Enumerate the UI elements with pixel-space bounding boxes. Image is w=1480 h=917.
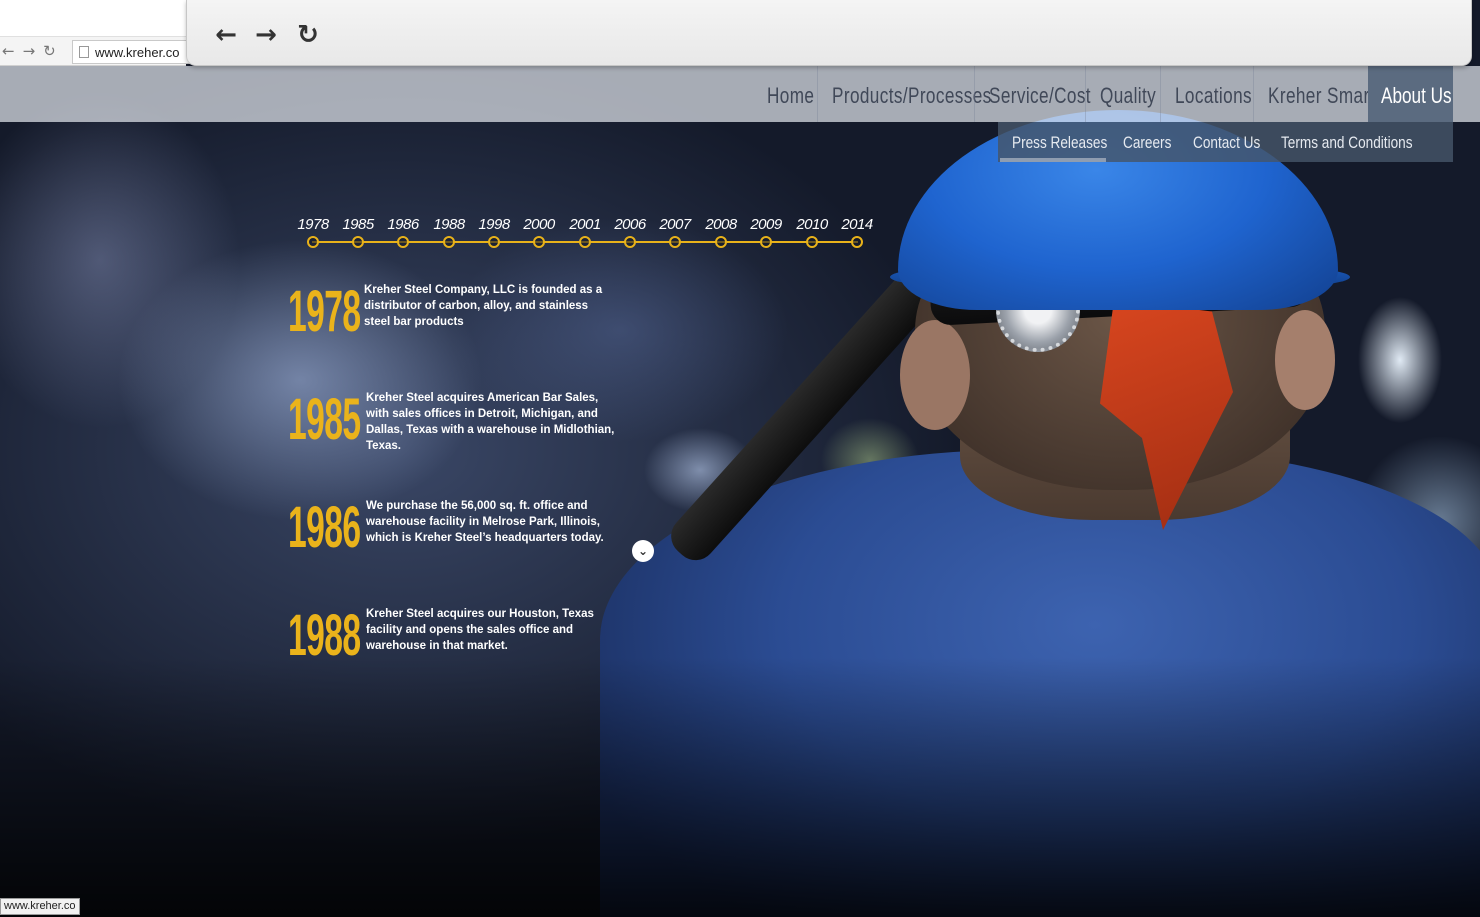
nav-locations[interactable]: Locations [1175, 66, 1252, 122]
history-entry-text: Kreher Steel acquires our Houston, Texas… [366, 608, 594, 652]
history-timeline: 1978 1985 1986 1988 1998 2000 2001 2006 … [290, 210, 890, 260]
timeline-dot-1998[interactable] [488, 236, 500, 248]
subnav-careers[interactable]: Careers [1123, 122, 1171, 162]
timeline-dot-2007[interactable] [669, 236, 681, 248]
timeline-year-1998[interactable]: 1998 [471, 216, 517, 233]
history-entry-year: 1988 [288, 603, 361, 668]
nav-divider [817, 66, 818, 122]
timeline-year-1988[interactable]: 1988 [426, 216, 472, 233]
nav-home[interactable]: Home [767, 66, 814, 122]
browser-toolbar: ← → ↻ [186, 0, 1472, 66]
timeline-year-2001[interactable]: 2001 [562, 216, 608, 233]
timeline-year-2008[interactable]: 2008 [698, 216, 744, 233]
subnav-terms-and-conditions[interactable]: Terms and Conditions [1281, 122, 1413, 162]
nav-kreher-smart[interactable]: Kreher Smart [1268, 66, 1375, 122]
timeline-year-1978[interactable]: 1978 [290, 216, 336, 233]
nav-divider [1160, 66, 1161, 122]
main-navigation: Home Products/Processes Service/Cost Qua… [0, 66, 1480, 122]
subnav-press-releases[interactable]: Press Releases [1012, 122, 1107, 162]
url-text: www.kreher.co [95, 45, 180, 60]
timeline-year-1986[interactable]: 1986 [380, 216, 426, 233]
page-icon [79, 46, 89, 58]
timeline-year-1985[interactable]: 1985 [335, 216, 381, 233]
subnav-contact-us[interactable]: Contact Us [1193, 122, 1260, 162]
nav-divider [1085, 66, 1086, 122]
timeline-dot-2006[interactable] [624, 236, 636, 248]
nav-divider [974, 66, 975, 122]
timeline-year-2014[interactable]: 2014 [834, 216, 880, 233]
about-us-submenu: Press Releases Careers Contact Us Terms … [998, 122, 1453, 162]
browser-status-bar: www.kreher.co [0, 898, 80, 915]
timeline-dot-2014[interactable] [851, 236, 863, 248]
back-arrow-icon[interactable]: ← [211, 20, 241, 50]
history-entry-text: Kreher Steel acquires American Bar Sales… [366, 392, 615, 452]
history-entry-year: 1985 [288, 387, 361, 452]
forward-arrow-icon[interactable]: → [251, 20, 281, 50]
timeline-dot-2001[interactable] [579, 236, 591, 248]
timeline-dot-1988[interactable] [443, 236, 455, 248]
history-entry-text: Kreher Steel Company, LLC is founded as … [364, 284, 603, 328]
url-bar[interactable]: www.kreher.co [72, 40, 192, 64]
history-list[interactable]: 1978 Kreher Steel Company, LLC is founde… [288, 270, 618, 719]
timeline-dot-1986[interactable] [397, 236, 409, 248]
subnav-active-indicator [1000, 158, 1106, 162]
history-entry-year: 1986 [288, 495, 361, 560]
timeline-year-2006[interactable]: 2006 [607, 216, 653, 233]
timeline-dot-1985[interactable] [352, 236, 364, 248]
scroll-down-chevron-icon[interactable]: ⌄ [632, 540, 654, 562]
mini-nav-icons: ←→↻ [2, 42, 64, 60]
timeline-dot-1978[interactable] [307, 236, 319, 248]
timeline-dot-2010[interactable] [806, 236, 818, 248]
timeline-year-2000[interactable]: 2000 [516, 216, 562, 233]
timeline-year-2010[interactable]: 2010 [789, 216, 835, 233]
timeline-dot-2008[interactable] [715, 236, 727, 248]
timeline-year-2009[interactable]: 2009 [743, 216, 789, 233]
background-browser-window: ←→↻ www.kreher.co [0, 0, 192, 66]
timeline-dot-2009[interactable] [760, 236, 772, 248]
history-entry-year: 1978 [288, 279, 361, 344]
history-entry-year: 1998 [288, 710, 361, 719]
nav-divider [1253, 66, 1254, 122]
timeline-dot-2000[interactable] [533, 236, 545, 248]
nav-service-cost[interactable]: Service/Cost [989, 66, 1091, 122]
nav-quality[interactable]: Quality [1100, 66, 1156, 122]
timeline-year-2007[interactable]: 2007 [652, 216, 698, 233]
nav-products-processes[interactable]: Products/Processes [832, 66, 992, 122]
history-entry-text: We purchase the 56,000 sq. ft. office an… [366, 500, 604, 544]
nav-about-us[interactable]: About Us [1381, 66, 1452, 122]
reload-icon[interactable]: ↻ [293, 20, 323, 50]
